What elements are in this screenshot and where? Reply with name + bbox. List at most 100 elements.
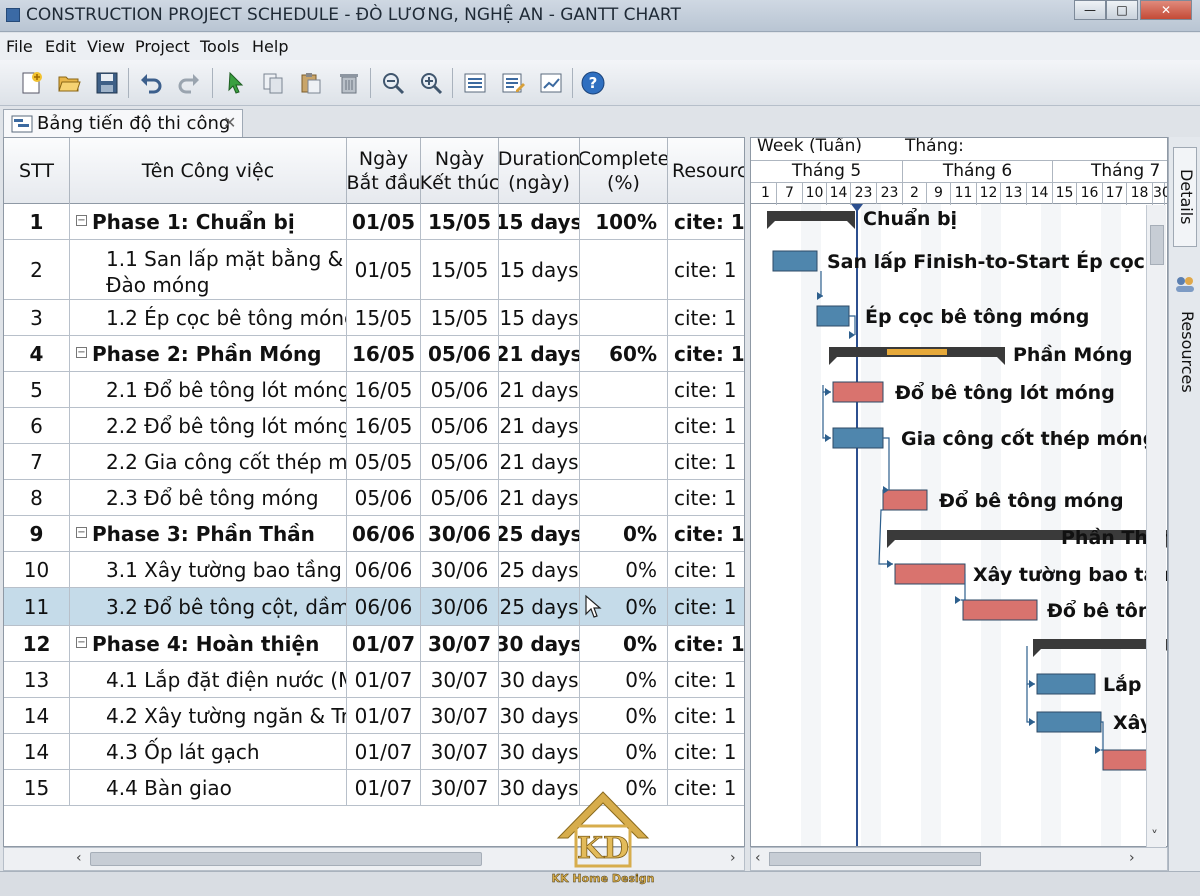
cell-name[interactable]: 4.4 Bàn giao: [70, 770, 347, 805]
table-row[interactable]: 3 1.2 Ép cọc bê tông móng 15/05 15/05 15 day…: [4, 300, 744, 336]
cell-name[interactable]: 3.1 Xây tường bao tầng 1: [70, 552, 347, 587]
cell-duration[interactable]: 21 days: [499, 336, 580, 371]
cell-resource[interactable]: cite: 1: [668, 770, 744, 805]
open-folder-icon[interactable]: [54, 68, 84, 98]
cell-name[interactable]: 3.2 Đổ bê tông cột, dầm sà...: [70, 588, 347, 625]
cell-start[interactable]: 15/05: [347, 300, 421, 335]
cell-start[interactable]: 06/06: [347, 516, 421, 551]
cell-duration[interactable]: 30 days: [499, 626, 580, 661]
table-row[interactable]: 2 1.1 San lấp mặt bằng & Đào móng 01/05 15/…: [4, 240, 744, 300]
cell-resource[interactable]: cite: 1: [668, 626, 744, 661]
table-row[interactable]: 6 2.2 Đổ bê tông lót móng 16/05 05/06 21 day…: [4, 408, 744, 444]
cell-complete[interactable]: 0%: [580, 698, 668, 733]
task-list-icon[interactable]: [460, 68, 490, 98]
cell-end[interactable]: 30/07: [421, 734, 499, 769]
cell-name[interactable]: 1.2 Ép cọc bê tông móng: [70, 300, 347, 335]
cell-duration[interactable]: 21 days: [499, 444, 580, 479]
cell-start[interactable]: 01/07: [347, 698, 421, 733]
cell-start[interactable]: 01/07: [347, 734, 421, 769]
cell-duration[interactable]: 25 days: [499, 516, 580, 551]
cell-resource[interactable]: cite: 1: [668, 444, 744, 479]
cell-complete[interactable]: [580, 372, 668, 407]
scrollbar-thumb[interactable]: [1150, 225, 1164, 265]
cell-end[interactable]: 30/06: [421, 552, 499, 587]
cell-end[interactable]: 30/06: [421, 588, 499, 625]
header-start-date[interactable]: Ngày Bắt đầu: [347, 138, 421, 204]
cell-start[interactable]: 05/06: [347, 480, 421, 515]
header-duration[interactable]: Duration (ngày): [499, 138, 580, 204]
menu-file[interactable]: File: [6, 37, 33, 56]
cell-end[interactable]: 15/05: [421, 240, 499, 299]
scroll-right-icon[interactable]: ›: [730, 850, 736, 866]
cell-duration[interactable]: 21 days: [499, 480, 580, 515]
cell-end[interactable]: 05/06: [421, 336, 499, 371]
maximize-button[interactable]: □: [1106, 0, 1138, 20]
cell-name[interactable]: 2.1 Đổ bê tông lót móng: [70, 372, 347, 407]
cell-complete[interactable]: [580, 408, 668, 443]
cell-resource[interactable]: cite: 1: [668, 516, 744, 551]
cell-name[interactable]: − Phase 2: Phần Móng: [70, 336, 347, 371]
cell-end[interactable]: 30/07: [421, 626, 499, 661]
menu-project[interactable]: Project: [135, 37, 190, 56]
cell-complete[interactable]: [580, 300, 668, 335]
paste-icon[interactable]: [296, 68, 326, 98]
cell-start[interactable]: 01/05: [347, 240, 421, 299]
cell-stt[interactable]: 2: [4, 240, 70, 299]
header-task-name[interactable]: Tên Công việc: [70, 138, 347, 204]
cell-end[interactable]: 15/05: [421, 204, 499, 239]
redo-icon[interactable]: [174, 68, 204, 98]
save-icon[interactable]: [92, 68, 122, 98]
header-resources[interactable]: Resources: [668, 138, 744, 204]
cell-stt[interactable]: 15: [4, 770, 70, 805]
close-button[interactable]: ✕: [1140, 0, 1192, 20]
cell-resource[interactable]: cite: 1: [668, 662, 744, 697]
cell-complete[interactable]: 60%: [580, 336, 668, 371]
cell-stt[interactable]: 6: [4, 408, 70, 443]
tab-details[interactable]: Details: [1173, 147, 1197, 247]
undo-icon[interactable]: [136, 68, 166, 98]
cell-duration[interactable]: 21 days: [499, 372, 580, 407]
cell-start[interactable]: 06/06: [347, 588, 421, 625]
cell-complete[interactable]: [580, 480, 668, 515]
close-icon[interactable]: ✕: [223, 113, 236, 132]
scroll-left-icon[interactable]: ‹: [76, 850, 82, 866]
cell-start[interactable]: 16/05: [347, 372, 421, 407]
cell-start[interactable]: 05/05: [347, 444, 421, 479]
table-row[interactable]: 7 2.2 Gia công cốt thép móng 05/05 05/06 21 …: [4, 444, 744, 480]
cell-complete[interactable]: 0%: [580, 552, 668, 587]
cell-resource[interactable]: cite: 1: [668, 372, 744, 407]
table-row-phase[interactable]: 4− Phase 2: Phần Móng 16/05 05/06 21 days 60%…: [4, 336, 744, 372]
menu-tools[interactable]: Tools: [200, 37, 239, 56]
cell-resource[interactable]: cite: 1: [668, 588, 744, 625]
scroll-right-icon[interactable]: ›: [1129, 850, 1135, 866]
cell-start[interactable]: 01/07: [347, 626, 421, 661]
cell-start[interactable]: 16/05: [347, 336, 421, 371]
minimize-button[interactable]: —: [1074, 0, 1106, 20]
menu-help[interactable]: Help: [252, 37, 288, 56]
cell-stt[interactable]: 10: [4, 552, 70, 587]
cell-resource[interactable]: cite: 1: [668, 408, 744, 443]
cell-complete[interactable]: 0%: [580, 662, 668, 697]
cell-name[interactable]: 2.3 Đổ bê tông móng: [70, 480, 347, 515]
cell-duration[interactable]: 15 days: [499, 204, 580, 239]
cell-end[interactable]: 30/07: [421, 770, 499, 805]
cell-resource[interactable]: cite: 1: [668, 552, 744, 587]
cell-start[interactable]: 01/07: [347, 662, 421, 697]
cell-duration[interactable]: 25 days: [499, 588, 580, 625]
cell-complete[interactable]: 0%: [580, 626, 668, 661]
edit-task-icon[interactable]: [498, 68, 528, 98]
cell-stt[interactable]: 11: [4, 588, 70, 625]
zoom-in-icon[interactable]: [416, 68, 446, 98]
cell-duration[interactable]: 30 days: [499, 734, 580, 769]
table-row[interactable]: 5 2.1 Đổ bê tông lót móng 16/05 05/06 21 day…: [4, 372, 744, 408]
cell-complete[interactable]: [580, 240, 668, 299]
cell-complete[interactable]: 100%: [580, 204, 668, 239]
cell-name[interactable]: 1.1 San lấp mặt bằng & Đào móng: [70, 240, 347, 299]
table-row[interactable]: 8 2.3 Đổ bê tông móng 05/06 05/06 21 days cit…: [4, 480, 744, 516]
menu-view[interactable]: View: [87, 37, 125, 56]
cell-complete[interactable]: [580, 444, 668, 479]
table-row[interactable]: 14 4.3 Ốp lát gạch 01/07 30/07 30 days 0% cite…: [4, 734, 744, 770]
cell-stt[interactable]: 9: [4, 516, 70, 551]
scroll-left-icon[interactable]: ‹: [755, 850, 761, 866]
pointer-icon[interactable]: [220, 68, 250, 98]
